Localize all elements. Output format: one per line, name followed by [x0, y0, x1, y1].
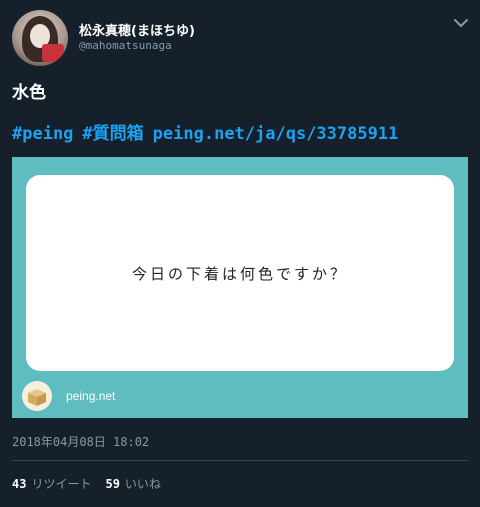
retweets-count[interactable]: 43	[12, 477, 26, 491]
retweets-label[interactable]: リツイート	[31, 477, 91, 491]
divider	[12, 460, 468, 461]
likes-label[interactable]: いいね	[125, 477, 161, 491]
likes-count[interactable]: 59	[105, 477, 119, 491]
avatar-clothing	[42, 44, 64, 62]
user-handle[interactable]: @mahomatsunaga	[79, 39, 172, 52]
tweet-stats: 43 リツイート 59 いいね	[12, 475, 175, 492]
question-text: 今日の下着は何色ですか？	[131, 264, 348, 283]
peing-box-icon	[22, 381, 52, 411]
tweet: 松永真穂(まほちゆ) @mahomatsunaga 水色 #peing #質問箱 p…	[0, 0, 480, 507]
tweet-text: 水色	[12, 83, 46, 103]
link-card[interactable]: 今日の下着は何色ですか？ peing.net	[12, 157, 468, 418]
card-domain[interactable]: peing.net	[66, 389, 115, 403]
tweet-link[interactable]: peing.net/ja/qs/33785911	[153, 124, 399, 144]
hashtag-question-box[interactable]: #質問箱	[82, 124, 143, 144]
chevron-down-icon[interactable]	[452, 14, 470, 32]
tweet-timestamp[interactable]: 2018年04月08日 18:02	[12, 433, 149, 450]
question-card: 今日の下着は何色ですか？	[26, 175, 454, 371]
hashtag-peing[interactable]: #peing	[12, 124, 73, 144]
display-name[interactable]: 松永真穂(まほちゆ)	[79, 20, 195, 39]
avatar[interactable]	[12, 10, 68, 66]
tweet-links: #peing #質問箱 peing.net/ja/qs/33785911	[12, 119, 407, 144]
